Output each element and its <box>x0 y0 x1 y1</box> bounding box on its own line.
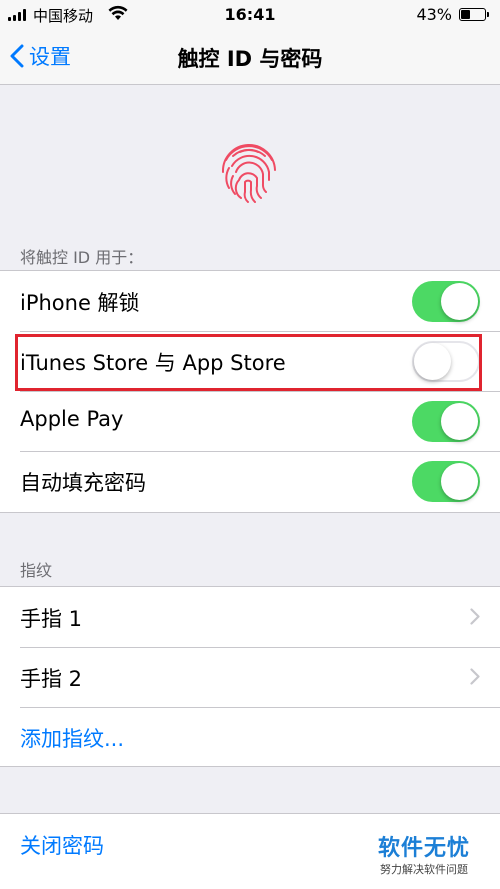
autofill-passwords-toggle[interactable] <box>412 461 480 502</box>
iphone-unlock-toggle[interactable] <box>412 281 480 322</box>
toggle-knob <box>441 403 478 440</box>
list-item-finger-2[interactable]: 手指 2 <box>0 647 500 707</box>
turn-off-passcode-label: 关闭密码 <box>20 834 104 858</box>
list-item-apple-pay: Apple Pay <box>0 391 500 451</box>
add-fingerprint-button[interactable]: 添加指纹... <box>0 707 500 767</box>
page-title: 触控 ID 与密码 <box>177 47 323 71</box>
watermark-subtitle: 努力解决软件问题 <box>380 863 468 876</box>
toggle-knob <box>441 463 478 500</box>
list-item-iphone-unlock: iPhone 解锁 <box>0 271 500 331</box>
chevron-right-icon <box>470 608 480 625</box>
list-item-finger-1[interactable]: 手指 1 <box>0 587 500 647</box>
battery-percent: 43% <box>416 5 452 24</box>
battery-icon <box>459 8 489 21</box>
battery-level <box>461 10 471 19</box>
autofill-passwords-label: 自动填充密码 <box>20 471 146 495</box>
watermark-title: 软件无忧 <box>378 836 471 861</box>
highlight-annotation-box <box>15 334 482 391</box>
touch-id-passcode-screen: 中国移动 16:41 43% 设置 触控 ID 与密码 将触控 ID 用于： i… <box>0 0 500 889</box>
finger-2-label: 手指 2 <box>20 667 83 691</box>
fingerprints-group: 手指 1 手指 2 添加指纹... <box>0 586 500 767</box>
finger-1-label: 手指 1 <box>20 607 83 631</box>
navigation-bar: 设置 触控 ID 与密码 <box>0 30 500 85</box>
chevron-right-icon <box>470 668 480 685</box>
fingerprint-icon <box>221 144 276 203</box>
fingerprints-section-header: 指纹 <box>20 561 53 580</box>
status-bar: 中国移动 16:41 43% <box>0 0 500 30</box>
toggle-knob <box>441 283 478 320</box>
apple-pay-label: Apple Pay <box>20 407 124 431</box>
apple-pay-toggle[interactable] <box>412 401 480 442</box>
add-fingerprint-label: 添加指纹... <box>20 727 125 751</box>
iphone-unlock-label: iPhone 解锁 <box>20 291 140 315</box>
touch-id-section-header: 将触控 ID 用于： <box>20 248 144 267</box>
touch-id-options-group: iPhone 解锁 iTunes Store 与 App Store Apple… <box>0 270 500 513</box>
list-item-autofill-passwords: 自动填充密码 <box>0 451 500 511</box>
